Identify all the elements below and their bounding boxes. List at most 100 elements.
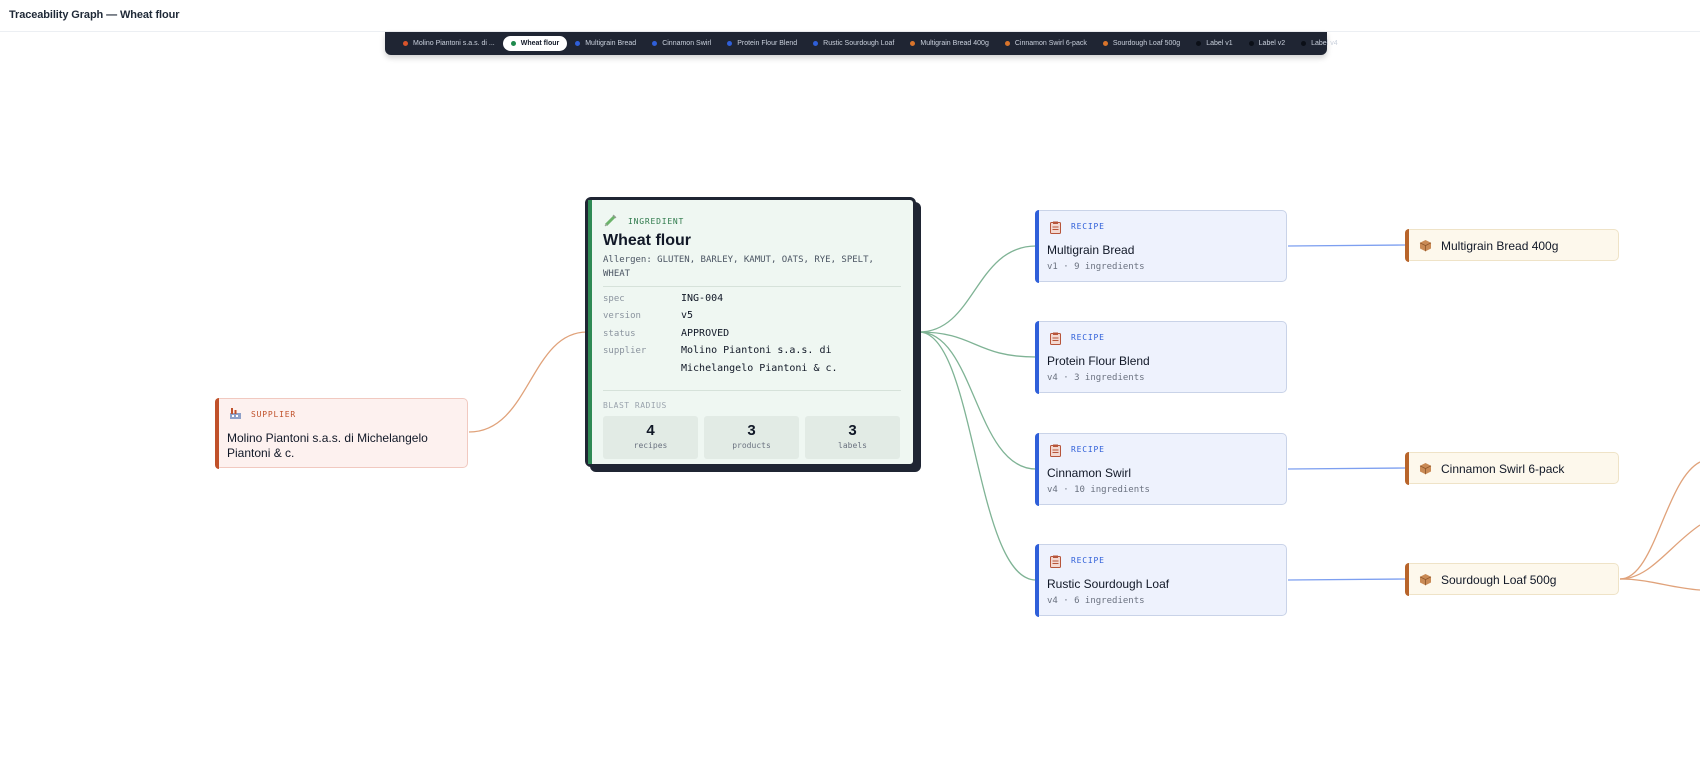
node-subtitle: v4 · 10 ingredients (1047, 485, 1150, 495)
node-accent-bar (1034, 209, 1039, 283)
node-accent-bar (1034, 432, 1039, 506)
status-value: APPROVED (681, 328, 730, 339)
tab-wheat-flour[interactable]: Wheat flour (502, 36, 568, 51)
tab-label-v2[interactable]: Label v2 (1241, 36, 1293, 51)
node-subtitle: v1 · 9 ingredients (1047, 262, 1145, 272)
ingredient-node[interactable]: INGREDIENT Wheat flour Allergen: GLUTEN,… (585, 197, 916, 467)
recipe-node-multigrain-bread[interactable]: RECIPE Multigrain Bread v1 · 9 ingredien… (1034, 209, 1287, 283)
blast-radius-label: BLAST RADIUS (603, 401, 667, 410)
supplier-key: supplier (603, 346, 647, 356)
tab-label-v4[interactable]: Label v4 (1293, 36, 1345, 51)
tab-protein-flour-blend[interactable]: Protein Flour Blend (719, 36, 805, 51)
supplier-value-line: Molino Piantoni s.a.s. di (681, 345, 832, 356)
tab-label: Label v1 (1206, 40, 1233, 47)
dot-icon (1004, 41, 1010, 46)
dot-icon (813, 41, 819, 46)
edge-supplier-ingredient (468, 331, 588, 433)
edge-ingredient-multigrain-bread (918, 245, 1037, 333)
dot-icon (510, 41, 516, 46)
node-title: Multigrain Bread 400g (1441, 239, 1559, 253)
package-icon (1419, 463, 1432, 475)
recipe-node-rustic-sourdough-loaf[interactable]: RECIPE Rustic Sourdough Loaf v4 · 6 ingr… (1034, 543, 1287, 617)
node-kind-label: RECIPE (1071, 333, 1105, 342)
edge-ingredient-cinnamon-swirl (918, 331, 1037, 470)
node-kind-label: RECIPE (1071, 556, 1105, 565)
edge-product-label-2 (1619, 524, 1700, 580)
node-subtitle: v4 · 6 ingredients (1047, 596, 1145, 606)
dot-icon (1196, 41, 1202, 46)
allergen-line: WHEAT (603, 269, 631, 279)
recipe-node-protein-flour-blend[interactable]: RECIPE Protein Flour Blend v4 · 3 ingred… (1034, 320, 1287, 394)
node-title: Cinnamon Swirl 6-pack (1441, 462, 1565, 476)
node-subtitle: v4 · 3 ingredients (1047, 373, 1145, 383)
node-accent-bar (1034, 543, 1039, 617)
node-title: Wheat flour (603, 232, 691, 249)
node-title: Multigrain Bread (1047, 243, 1135, 257)
node-title: Sourdough Loaf 500g (1441, 573, 1557, 587)
status-key: status (603, 329, 636, 339)
stat-recipes: 4 recipes (603, 416, 698, 459)
dot-icon (910, 41, 916, 46)
clipboard-icon (1050, 444, 1061, 457)
tab-rustic-sourdough-loaf[interactable]: Rustic Sourdough Loaf (805, 36, 902, 51)
tab-label-v1[interactable]: Label v1 (1188, 36, 1240, 51)
dot-icon (575, 41, 581, 46)
edge-ingredient-protein-flour-blend (918, 331, 1037, 358)
page-title: Traceability Graph — Wheat flour (9, 9, 180, 21)
tab-label: Label v2 (1258, 40, 1286, 47)
dot-icon (727, 41, 733, 46)
node-kind-label: RECIPE (1071, 222, 1105, 231)
version-value: v5 (681, 310, 694, 321)
clipboard-icon (1050, 221, 1061, 234)
edge-recipe-product-sourdough (1287, 578, 1407, 581)
package-icon (1419, 574, 1432, 586)
node-kind-label: RECIPE (1071, 445, 1105, 454)
tab-multigrain-bread-400g[interactable]: Multigrain Bread 400g (902, 36, 997, 51)
edge-recipe-product-multigrain (1287, 244, 1407, 247)
stat-number: 3 (747, 422, 756, 439)
clipboard-icon (1050, 555, 1061, 568)
syringe-icon (604, 214, 617, 227)
tab-multigrain-bread[interactable]: Multigrain Bread (567, 36, 644, 51)
node-accent-bar (588, 200, 592, 464)
node-tab-bar: Molino Piantoni s.a.s. di ... Wheat flou… (385, 32, 1338, 55)
stat-label: recipes (633, 441, 668, 450)
product-node-sourdough-loaf-500g[interactable]: Sourdough Loaf 500g (1404, 562, 1619, 596)
tab-sourdough-loaf-500g[interactable]: Sourdough Loaf 500g (1095, 36, 1188, 51)
edge-product-label-3 (1619, 578, 1700, 591)
node-title: Cinnamon Swirl (1047, 466, 1132, 480)
node-title-line: Molino Piantoni s.a.s. di Michelangelo (227, 431, 428, 445)
edge-product-label-1 (1619, 461, 1700, 580)
tab-cinnamon-swirl-6-pack[interactable]: Cinnamon Swirl 6-pack (997, 36, 1095, 51)
tab-cinnamon-swirl[interactable]: Cinnamon Swirl (644, 36, 719, 51)
tab-label: Multigrain Bread 400g (920, 40, 989, 47)
spec-key: spec (603, 294, 625, 304)
node-title: Molino Piantoni s.a.s. di Michelangelo P… (227, 431, 428, 461)
stat-label: labels (838, 441, 867, 450)
node-accent-bar (1404, 228, 1409, 262)
version-key: version (603, 311, 641, 321)
divider (603, 286, 901, 287)
product-node-multigrain-bread-400g[interactable]: Multigrain Bread 400g (1404, 228, 1619, 262)
allergen-line: Allergen: GLUTEN, BARLEY, KAMUT, OATS, R… (603, 255, 874, 265)
tab-molino-piantoni[interactable]: Molino Piantoni s.a.s. di ... (395, 36, 503, 51)
recipe-node-cinnamon-swirl[interactable]: RECIPE Cinnamon Swirl v4 · 10 ingredient… (1034, 432, 1287, 506)
node-accent-bar (214, 397, 219, 469)
supplier-value-line: Michelangelo Piantoni & c. (681, 363, 838, 374)
tab-label: Multigrain Bread (585, 40, 637, 47)
clipboard-icon (1050, 332, 1061, 345)
stat-number: 3 (848, 422, 857, 439)
product-node-cinnamon-swirl-6-pack[interactable]: Cinnamon Swirl 6-pack (1404, 451, 1619, 485)
stat-products: 3 products (704, 416, 799, 459)
factory-icon (230, 408, 241, 419)
tab-label: Molino Piantoni s.a.s. di ... (413, 40, 495, 47)
allergen-text: Allergen: GLUTEN, BARLEY, KAMUT, OATS, R… (603, 253, 893, 281)
package-icon (1419, 240, 1432, 252)
divider (603, 390, 901, 391)
tab-label: Sourdough Loaf 500g (1112, 40, 1181, 47)
node-accent-bar (1404, 451, 1409, 485)
tab-label: Label v4 (1311, 40, 1338, 47)
node-title: Protein Flour Blend (1047, 354, 1150, 368)
dot-icon (1301, 41, 1307, 46)
supplier-node[interactable]: SUPPLIER Molino Piantoni s.a.s. di Miche… (214, 397, 468, 469)
